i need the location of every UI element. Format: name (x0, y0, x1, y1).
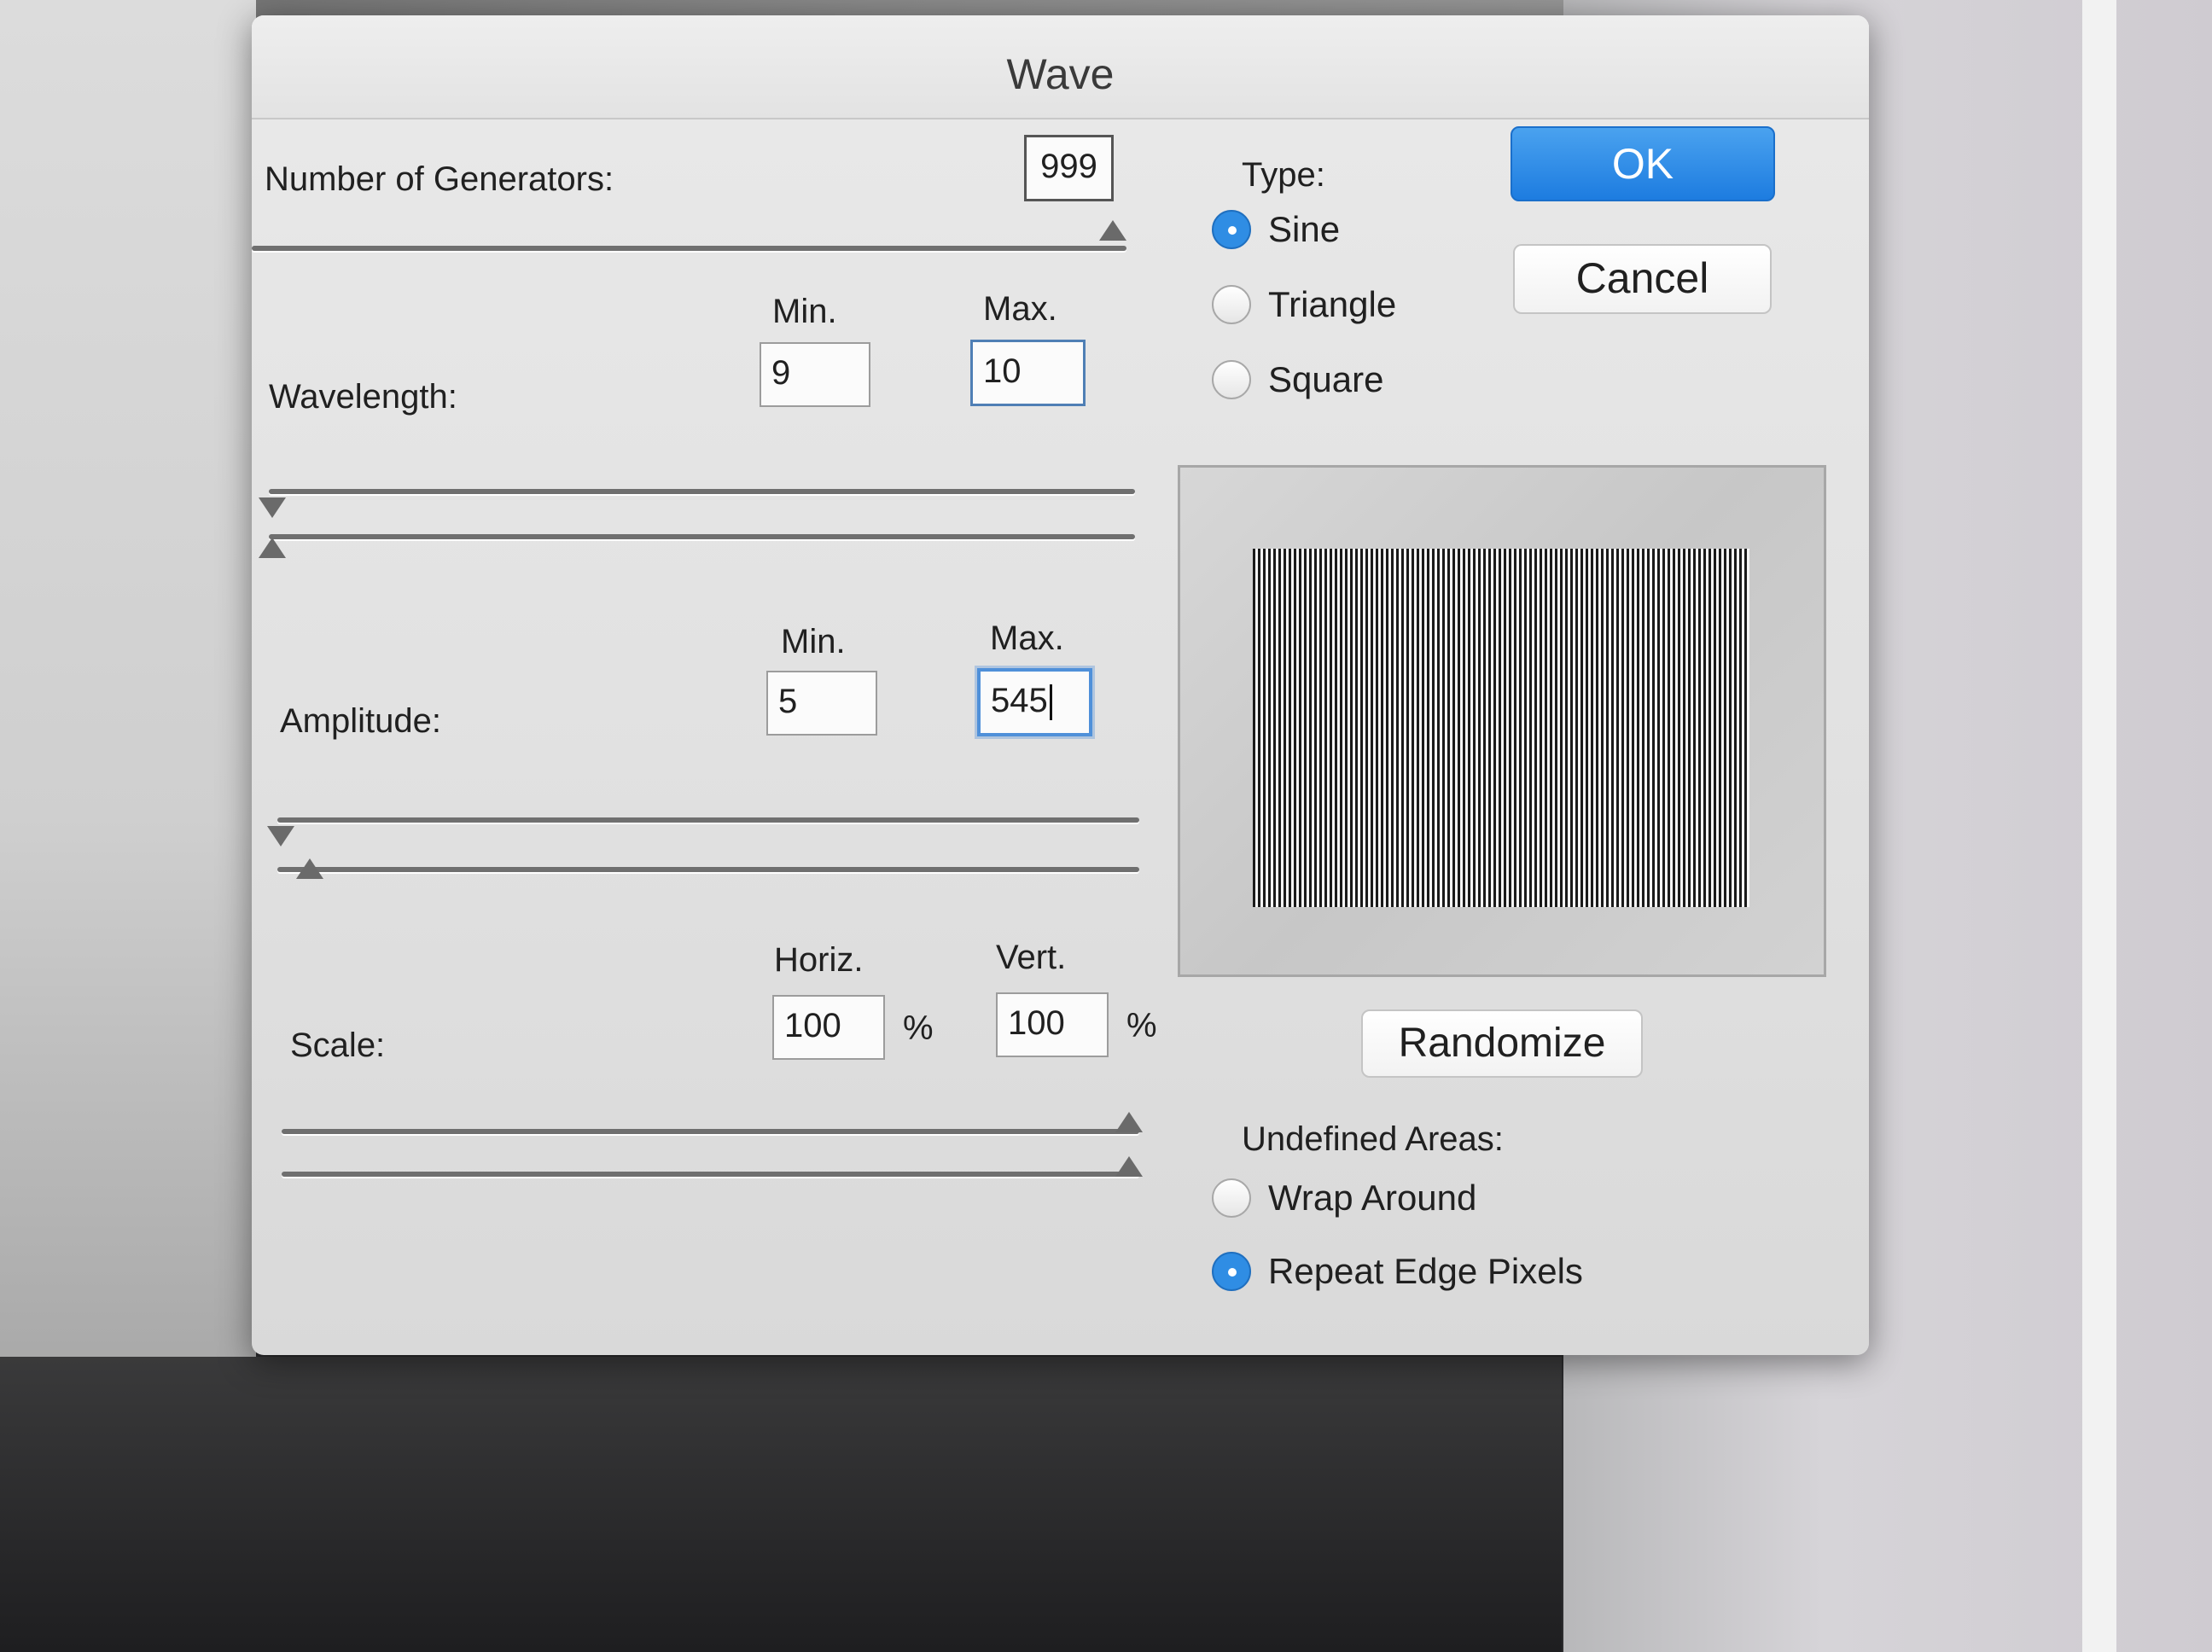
wavelength-min-label: Min. (772, 293, 837, 330)
scale-horiz-label: Horiz. (774, 941, 864, 979)
type-option-label: Sine (1268, 209, 1341, 249)
scale-horiz-percent: % (903, 1009, 934, 1047)
type-option-label: Square (1268, 359, 1384, 399)
amplitude-max-slider[interactable] (277, 867, 1139, 872)
ok-button[interactable]: OK (1511, 126, 1775, 201)
type-option-triangle[interactable]: Triangle (1212, 284, 1396, 325)
scale-vert-thumb[interactable] (1115, 1156, 1143, 1177)
undefined-option-wrap-around[interactable]: Wrap Around (1212, 1178, 1476, 1219)
amplitude-max-thumb[interactable] (296, 858, 323, 879)
amplitude-label: Amplitude: (280, 702, 441, 740)
generators-slider-thumb[interactable] (1099, 220, 1126, 241)
preview-wave-image (1253, 549, 1749, 907)
scale-horiz-thumb[interactable] (1115, 1112, 1143, 1132)
wavelength-label: Wavelength: (269, 378, 457, 416)
type-option-label: Triangle (1268, 284, 1397, 324)
wavelength-max-label: Max. (983, 290, 1057, 328)
background-left (0, 0, 256, 1365)
wave-dialog: Wave Number of Generators: 999 Min. Max.… (252, 15, 1869, 1355)
type-option-sine[interactable]: Sine (1212, 209, 1340, 250)
amplitude-max-label: Max. (990, 620, 1064, 657)
wavelength-max-field[interactable]: 10 (970, 340, 1086, 406)
amplitude-min-thumb[interactable] (267, 826, 294, 846)
amplitude-min-field[interactable]: 5 (766, 671, 877, 736)
radio-unselected-icon[interactable] (1212, 285, 1251, 324)
wavelength-min-slider[interactable] (269, 489, 1135, 494)
generators-label: Number of Generators: (265, 160, 614, 198)
scale-horiz-slider[interactable] (282, 1129, 1139, 1134)
type-option-square[interactable]: Square (1212, 359, 1383, 400)
undefined-option-label: Repeat Edge Pixels (1268, 1251, 1583, 1291)
wavelength-min-field[interactable]: 9 (760, 342, 870, 407)
wavelength-min-thumb[interactable] (259, 497, 286, 518)
undefined-option-label: Wrap Around (1268, 1178, 1477, 1218)
background-bottom (0, 1357, 1562, 1652)
scale-vert-percent: % (1126, 1007, 1157, 1044)
scale-label: Scale: (290, 1027, 386, 1064)
radio-unselected-icon[interactable] (1212, 1178, 1251, 1218)
dialog-title: Wave (1006, 50, 1115, 98)
background-right-strip (2082, 0, 2116, 1652)
scale-vert-label: Vert. (996, 939, 1067, 976)
generators-slider[interactable] (252, 246, 1126, 251)
randomize-button[interactable]: Randomize (1361, 1009, 1643, 1078)
cancel-button[interactable]: Cancel (1513, 244, 1772, 314)
scale-vert-field[interactable]: 100 (996, 992, 1109, 1057)
amplitude-max-value: 545 (991, 682, 1048, 719)
scale-horiz-field[interactable]: 100 (772, 995, 885, 1060)
amplitude-min-slider[interactable] (277, 817, 1139, 823)
dialog-titlebar: Wave (252, 15, 1869, 119)
undefined-areas-label: Undefined Areas: (1242, 1120, 1504, 1158)
scale-vert-slider[interactable] (282, 1172, 1139, 1177)
undefined-option-repeat-edge-pixels[interactable]: Repeat Edge Pixels (1212, 1251, 1583, 1292)
type-label: Type: (1242, 156, 1325, 194)
amplitude-min-label: Min. (781, 623, 846, 660)
amplitude-max-field[interactable]: 545 (977, 668, 1092, 736)
wave-preview (1178, 465, 1826, 977)
radio-unselected-icon[interactable] (1212, 360, 1251, 399)
radio-selected-icon[interactable] (1212, 210, 1251, 249)
wavelength-max-slider[interactable] (269, 534, 1135, 539)
text-caret (1049, 684, 1052, 721)
generators-field[interactable]: 999 (1024, 135, 1114, 201)
radio-selected-icon[interactable] (1212, 1252, 1251, 1291)
wavelength-max-thumb[interactable] (259, 538, 286, 558)
